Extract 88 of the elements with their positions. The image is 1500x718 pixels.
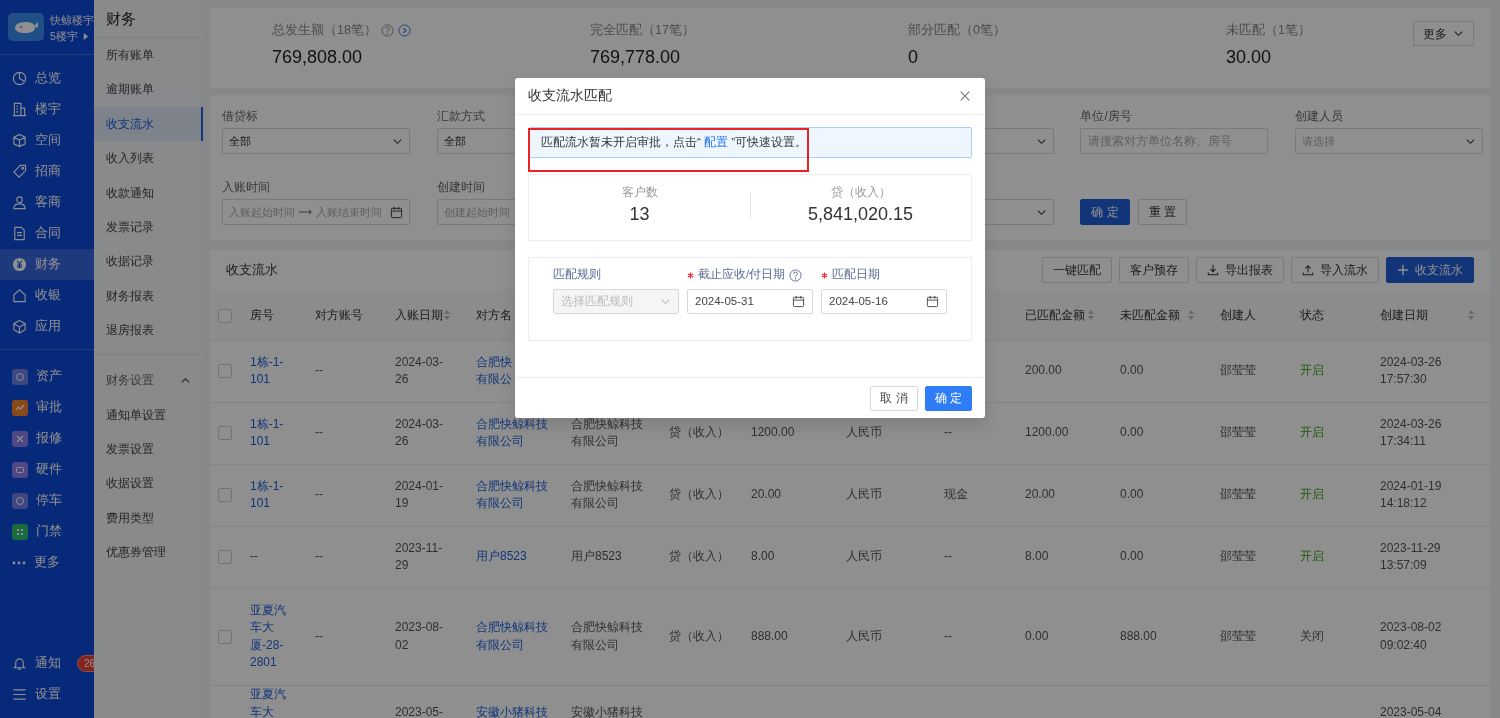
table-cell: 0.00 [1110, 526, 1210, 588]
column-header: 入账日期 [395, 306, 443, 324]
table-cell: -- [305, 464, 385, 526]
table-cell: 2023-11-29 [385, 526, 466, 588]
table-cell: 贷（收入） [659, 588, 741, 685]
table-cell: 0.00 [1015, 588, 1110, 685]
table-cell: -- [305, 588, 385, 685]
summary-label: 客户数 [620, 185, 659, 199]
column-header: 创建日期 [1380, 306, 1428, 324]
table-cell: 20.00 [1015, 464, 1110, 526]
table-cell: 2024-03-26 17:57:30 [1370, 340, 1490, 402]
dialog-title: 收支流水匹配 [528, 86, 612, 105]
column-header: 房号 [250, 306, 274, 324]
table-cell: 合肥快鲸科技有限公司 [561, 464, 659, 526]
column-header: 未匹配金额 [1120, 306, 1180, 324]
table-cell: 邵莹莹 [1210, 464, 1290, 526]
field-label: 入账时间 [222, 179, 271, 196]
table-cell: 0.00 [1110, 340, 1210, 402]
table-cell: -- [305, 340, 385, 402]
table-cell: 人民币 [836, 526, 934, 588]
status-text: 开启 [1300, 549, 1324, 564]
stat-label: 部分匹配（0笔） [908, 22, 1006, 39]
table-cell: 邵莹莹 [1210, 588, 1290, 685]
table-cell: -- [934, 588, 1015, 685]
stat-label: 完全匹配（17笔） [590, 22, 695, 39]
table-cell: 用户8523 [561, 526, 659, 588]
table-cell: 合肥快鲸科技有限公司 [561, 588, 659, 685]
table-cell: 200.00 [1015, 340, 1110, 402]
table-cell: 2023-08-02 [385, 588, 466, 685]
table-cell: 安徽小猪科技 [561, 685, 659, 718]
brand-name: 快鲸楼宇 [50, 13, 94, 27]
field-label: 单位/房号 [1080, 108, 1133, 125]
table-cell: 8.00 [1015, 526, 1110, 588]
column-header: 已匹配金额 [1025, 306, 1085, 324]
table-cell: 20.00 [741, 464, 836, 526]
field-label: 匹配规则 [553, 267, 601, 283]
table-cell: 0.00 [1110, 402, 1210, 464]
column-header: 对方名 [476, 306, 512, 324]
column-header: 对方账号 [315, 306, 363, 324]
table-cell: 现金 [934, 464, 1015, 526]
table-cell: 2024-01-19 [385, 464, 466, 526]
table-cell: 贷（收入） [659, 464, 741, 526]
table-cell: 2023-05-04 [1370, 685, 1490, 718]
stat-label: 总发生额（18笔） [272, 22, 377, 39]
table-cell: -- [934, 526, 1015, 588]
field-label: 借贷标 [222, 108, 259, 125]
section-title: 财务 [94, 0, 203, 38]
table-cell: 邵莹莹 [1210, 526, 1290, 588]
table-cell: 人民币 [836, 464, 934, 526]
table-cell: 2024-03-26 [385, 340, 466, 402]
table-cell: 2023-05- [385, 685, 466, 718]
table-cell: 888.00 [741, 588, 836, 685]
table-cell: -- [240, 526, 305, 588]
table-cell: 人民币 [836, 588, 934, 685]
stat-value: 769,778.00 [590, 46, 682, 69]
column-header: 创建人 [1220, 306, 1256, 324]
field-label: 创建时间 [436, 179, 486, 196]
table-cell: 888.00 [1110, 588, 1210, 685]
field-label: 匹配日期 [832, 267, 880, 283]
table-cell: 邵莹莹 [1210, 340, 1290, 402]
summary-value: 5,841,020.15 [806, 203, 915, 226]
status-text: 关闭 [1300, 628, 1324, 643]
table-cell: 邵莹莹 [1210, 402, 1290, 464]
table-cell: 2023-11-29 13:57:09 [1370, 526, 1490, 588]
table-cell: -- [305, 402, 385, 464]
stat-value: 0 [908, 46, 919, 69]
table-cell: 2024-03-26 [385, 402, 466, 464]
status-text: 开启 [1300, 363, 1324, 378]
table-cell: 8.00 [741, 526, 836, 588]
stat-value: 769,808.00 [272, 46, 364, 69]
table-cell: 2024-01-19 14:18:12 [1370, 464, 1490, 526]
table-title: 收支流水 [226, 261, 278, 279]
field-label: 创建人员 [1294, 108, 1344, 125]
column-header: 状态 [1300, 306, 1324, 324]
status-text: 开启 [1300, 425, 1324, 440]
table-cell: 2024-03-26 17:34:11 [1370, 402, 1490, 464]
table-cell: 2023-08-02 09:02:40 [1370, 588, 1490, 685]
status-text: 开启 [1300, 487, 1324, 502]
field-label: 汇款方式 [436, 108, 486, 125]
table-cell: 贷（收入） [659, 526, 741, 588]
field-label: 截止应收/付日期 [698, 267, 786, 283]
summary-label: 贷（收入） [829, 185, 892, 199]
summary-value: 13 [628, 203, 651, 226]
table-cell: 1200.00 [1015, 402, 1110, 464]
table-cell: 0.00 [1110, 464, 1210, 526]
stat-label: 未匹配（1笔） [1226, 22, 1311, 39]
stat-value: 30.00 [1226, 46, 1273, 69]
table-cell: -- [305, 526, 385, 588]
